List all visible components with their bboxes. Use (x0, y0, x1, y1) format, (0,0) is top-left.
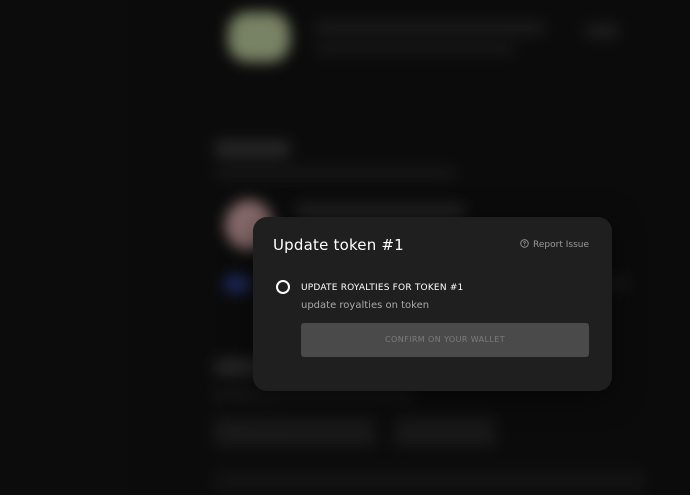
question-circle-icon (520, 239, 529, 251)
report-issue-label: Report Issue (533, 240, 589, 250)
update-token-modal: Update token #1 Report Issue UPDATE ROYA… (253, 217, 612, 391)
confirm-on-wallet-button[interactable]: CONFIRM ON YOUR WALLET (301, 323, 589, 357)
report-issue-link[interactable]: Report Issue (520, 239, 589, 251)
step-title: UPDATE ROYALTIES FOR TOKEN #1 (301, 283, 464, 293)
step-subtitle: update royalties on token (301, 300, 430, 311)
step-status-circle-icon (276, 280, 290, 294)
modal-title: Update token #1 (273, 236, 404, 254)
